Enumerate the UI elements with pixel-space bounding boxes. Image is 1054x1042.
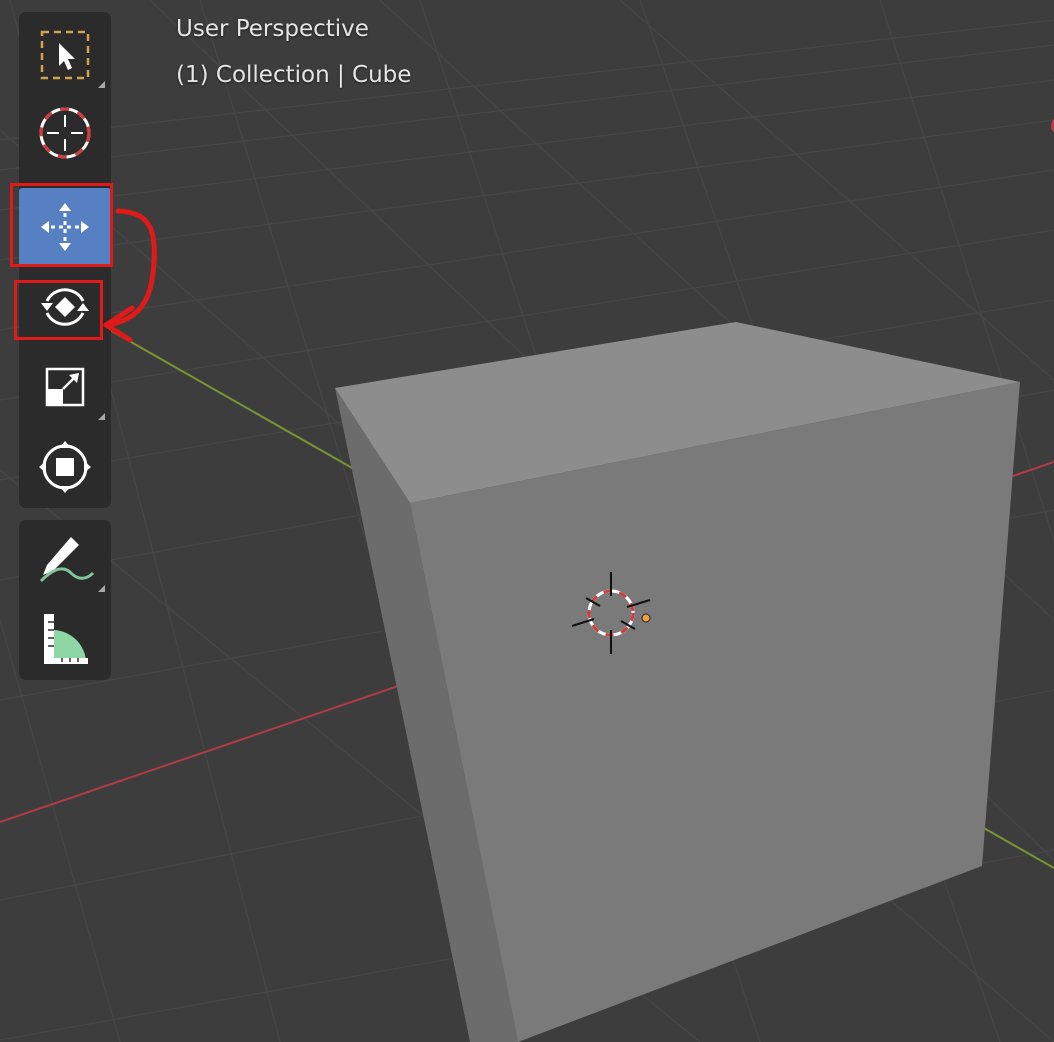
object-origin-icon (641, 613, 651, 623)
toolbar-annotate-group (19, 520, 111, 680)
cursor-icon (39, 107, 91, 159)
select-box-icon (40, 30, 90, 80)
scale-icon (45, 367, 85, 407)
cube-mesh[interactable] (335, 322, 1020, 1042)
3d-viewport[interactable]: User Perspective (1) Collection | Cube (0, 0, 1054, 1042)
move-tool-highlight (10, 183, 113, 267)
transform-tool[interactable] (19, 428, 111, 506)
view-name-label: User Perspective (176, 16, 369, 42)
select-box-tool[interactable] (19, 16, 111, 94)
annotate-icon (39, 537, 95, 583)
submenu-corner-icon (98, 585, 105, 592)
measure-icon (44, 614, 88, 664)
view-info-label: (1) Collection | Cube (176, 62, 412, 88)
transform-icon (39, 441, 91, 493)
scene-canvas[interactable] (0, 0, 1054, 1042)
annotate-tool[interactable] (19, 520, 111, 598)
scale-tool[interactable] (19, 348, 111, 426)
rotate-tool-highlight (14, 280, 103, 340)
submenu-corner-icon (98, 81, 105, 88)
measure-tool[interactable] (19, 600, 111, 678)
submenu-corner-icon (98, 413, 105, 420)
cursor-tool[interactable] (19, 94, 111, 172)
